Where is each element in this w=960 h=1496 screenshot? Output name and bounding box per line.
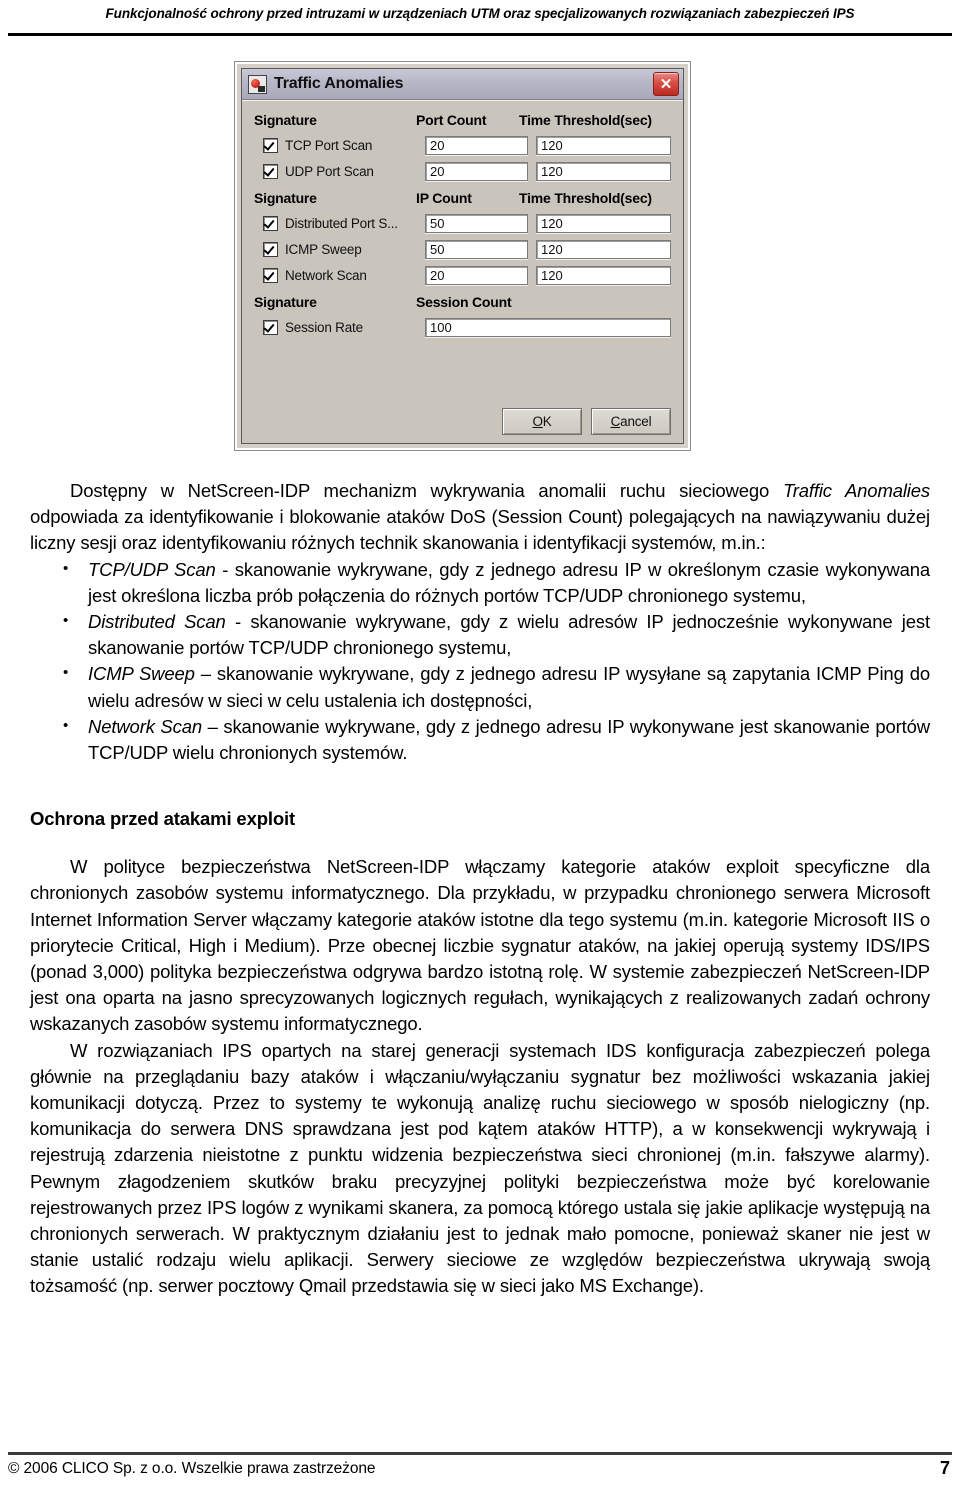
traffic-anomalies-dialog: Traffic Anomalies ✕ Signature Port Count… xyxy=(241,68,684,444)
dialog-button-row: OK Cancel xyxy=(502,408,671,435)
time-threshold-input-distributed[interactable]: 120 xyxy=(536,213,671,233)
time-threshold-input-icmp[interactable]: 120 xyxy=(536,239,671,259)
signature-label: ICMP Sweep xyxy=(285,241,362,257)
time-threshold-input-network[interactable]: 120 xyxy=(536,265,671,285)
bullet-term: TCP/UDP Scan xyxy=(88,558,216,580)
ip-count-input-network[interactable]: 20 xyxy=(425,265,528,285)
list-item: ICMP Sweep – skanowanie wykrywane, gdy z… xyxy=(30,660,930,713)
time-threshold-input-tcp[interactable]: 120 xyxy=(536,135,671,155)
checkbox-session-rate[interactable] xyxy=(263,319,278,335)
footer-copyright: © 2006 CLICO Sp. z o.o. Wszelkie prawa z… xyxy=(8,1460,376,1477)
page-number: 7 xyxy=(939,1458,950,1478)
signature-group-port-count: Signature Port Count Time Threshold(sec)… xyxy=(254,108,671,184)
dialog-title: Traffic Anomalies xyxy=(274,75,404,92)
table-row: Session Rate 100 xyxy=(254,314,671,340)
intro-emphasis: Traffic Anomalies xyxy=(782,480,930,501)
checkbox-distributed-port-scan[interactable] xyxy=(263,215,278,231)
table-row: ICMP Sweep 50 120 xyxy=(254,236,671,262)
app-icon xyxy=(248,74,267,94)
signature-label: UDP Port Scan xyxy=(285,163,374,179)
table-row: UDP Port Scan 20 120 xyxy=(254,158,671,184)
table-row: TCP Port Scan 20 120 xyxy=(254,132,671,158)
column-header-signature: Signature xyxy=(254,190,317,206)
section-heading: Ochrona przed atakami exploit xyxy=(30,808,296,830)
ok-button[interactable]: OK xyxy=(502,408,582,435)
header-rule xyxy=(8,33,952,36)
close-icon[interactable]: ✕ xyxy=(653,72,679,96)
signature-cell: UDP Port Scan xyxy=(254,163,425,179)
group-header-row: Signature IP Count Time Threshold(sec) xyxy=(254,186,671,210)
column-header-session-count: Session Count xyxy=(416,294,512,310)
table-row: Network Scan 20 120 xyxy=(254,262,671,288)
list-item: Distributed Scan - skanowanie wykrywane,… xyxy=(30,608,930,661)
column-header-port-count: Port Count xyxy=(416,112,487,128)
intro-part-1: Dostępny w NetScreen-IDP mechanizm wykry… xyxy=(70,480,783,501)
bullet-text: – skanowanie wykrywane, gdy z jednego ad… xyxy=(88,663,930,711)
list-item: Network Scan – skanowanie wykrywane, gdy… xyxy=(30,713,930,766)
footer-rule xyxy=(8,1452,952,1455)
dialog-titlebar: Traffic Anomalies ✕ xyxy=(242,69,683,100)
bullet-term: Network Scan xyxy=(88,715,202,737)
signature-cell: TCP Port Scan xyxy=(254,137,425,153)
column-header-time-threshold: Time Threshold(sec) xyxy=(519,190,652,206)
paragraph-legacy-ids: W rozwiązaniach IPS opartych na starej g… xyxy=(30,1039,930,1297)
column-header-signature: Signature xyxy=(254,294,317,310)
time-threshold-input-udp[interactable]: 120 xyxy=(536,161,671,181)
running-header-title: Funkcjonalność ochrony przed intruzami w… xyxy=(105,6,855,21)
anomaly-bullet-list: TCP/UDP Scan - skanowanie wykrywane, gdy… xyxy=(30,556,930,767)
signature-label: Distributed Port S... xyxy=(285,215,398,231)
checkbox-network-scan[interactable] xyxy=(263,267,278,283)
page-footer: © 2006 CLICO Sp. z o.o. Wszelkie prawa z… xyxy=(0,1444,960,1496)
bullet-term: ICMP Sweep xyxy=(88,663,195,685)
ok-button-rest: K xyxy=(542,414,552,429)
port-count-input-tcp[interactable]: 20 xyxy=(425,135,528,155)
ip-count-input-icmp[interactable]: 50 xyxy=(425,239,528,259)
list-item: TCP/UDP Scan - skanowanie wykrywane, gdy… xyxy=(30,556,930,609)
column-header-signature: Signature xyxy=(254,112,317,128)
signature-cell: Session Rate xyxy=(254,319,425,335)
bullet-term: Distributed Scan xyxy=(88,611,226,633)
column-header-time-threshold: Time Threshold(sec) xyxy=(519,112,652,128)
intro-part-2: odpowiada za identyfikowanie i blokowani… xyxy=(30,506,930,554)
group-header-row: Signature Port Count Time Threshold(sec) xyxy=(254,108,671,132)
group-header-row: Signature Session Count xyxy=(254,290,671,314)
table-row: Distributed Port S... 50 120 xyxy=(254,210,671,236)
cancel-button-rest: ancel xyxy=(620,414,652,429)
dialog-body: Signature Port Count Time Threshold(sec)… xyxy=(242,100,683,443)
figure-traffic-anomalies-screenshot: Traffic Anomalies ✕ Signature Port Count… xyxy=(235,62,690,450)
signature-group-session-count: Signature Session Count Session Rate 100 xyxy=(254,290,671,340)
checkbox-udp-port-scan[interactable] xyxy=(263,163,278,179)
column-header-ip-count: IP Count xyxy=(416,190,472,206)
bullet-text: – skanowanie wykrywane, gdy z jednego ad… xyxy=(88,715,930,764)
intro-paragraph: Dostępny w NetScreen-IDP mechanizm wykry… xyxy=(30,478,930,557)
paragraph-exploit-policy: W polityce bezpieczeństwa NetScreen-IDP … xyxy=(30,856,930,1035)
signature-label: TCP Port Scan xyxy=(285,137,373,153)
signature-label: Network Scan xyxy=(285,267,367,283)
signature-cell: ICMP Sweep xyxy=(254,241,425,257)
session-count-input[interactable]: 100 xyxy=(425,317,671,337)
port-count-input-udp[interactable]: 20 xyxy=(425,161,528,181)
signature-label: Session Rate xyxy=(285,319,363,335)
signature-cell: Network Scan xyxy=(254,267,425,283)
ip-count-input-distributed[interactable]: 50 xyxy=(425,213,528,233)
document-content: Dostępny w NetScreen-IDP mechanizm wykry… xyxy=(30,478,930,1300)
checkbox-icmp-sweep[interactable] xyxy=(263,241,278,257)
signature-group-ip-count: Signature IP Count Time Threshold(sec) D… xyxy=(254,186,671,288)
page-header: Funkcjonalność ochrony przed intruzami w… xyxy=(0,0,960,40)
checkbox-tcp-port-scan[interactable] xyxy=(263,137,278,153)
cancel-button[interactable]: Cancel xyxy=(591,408,671,435)
signature-cell: Distributed Port S... xyxy=(254,215,425,231)
